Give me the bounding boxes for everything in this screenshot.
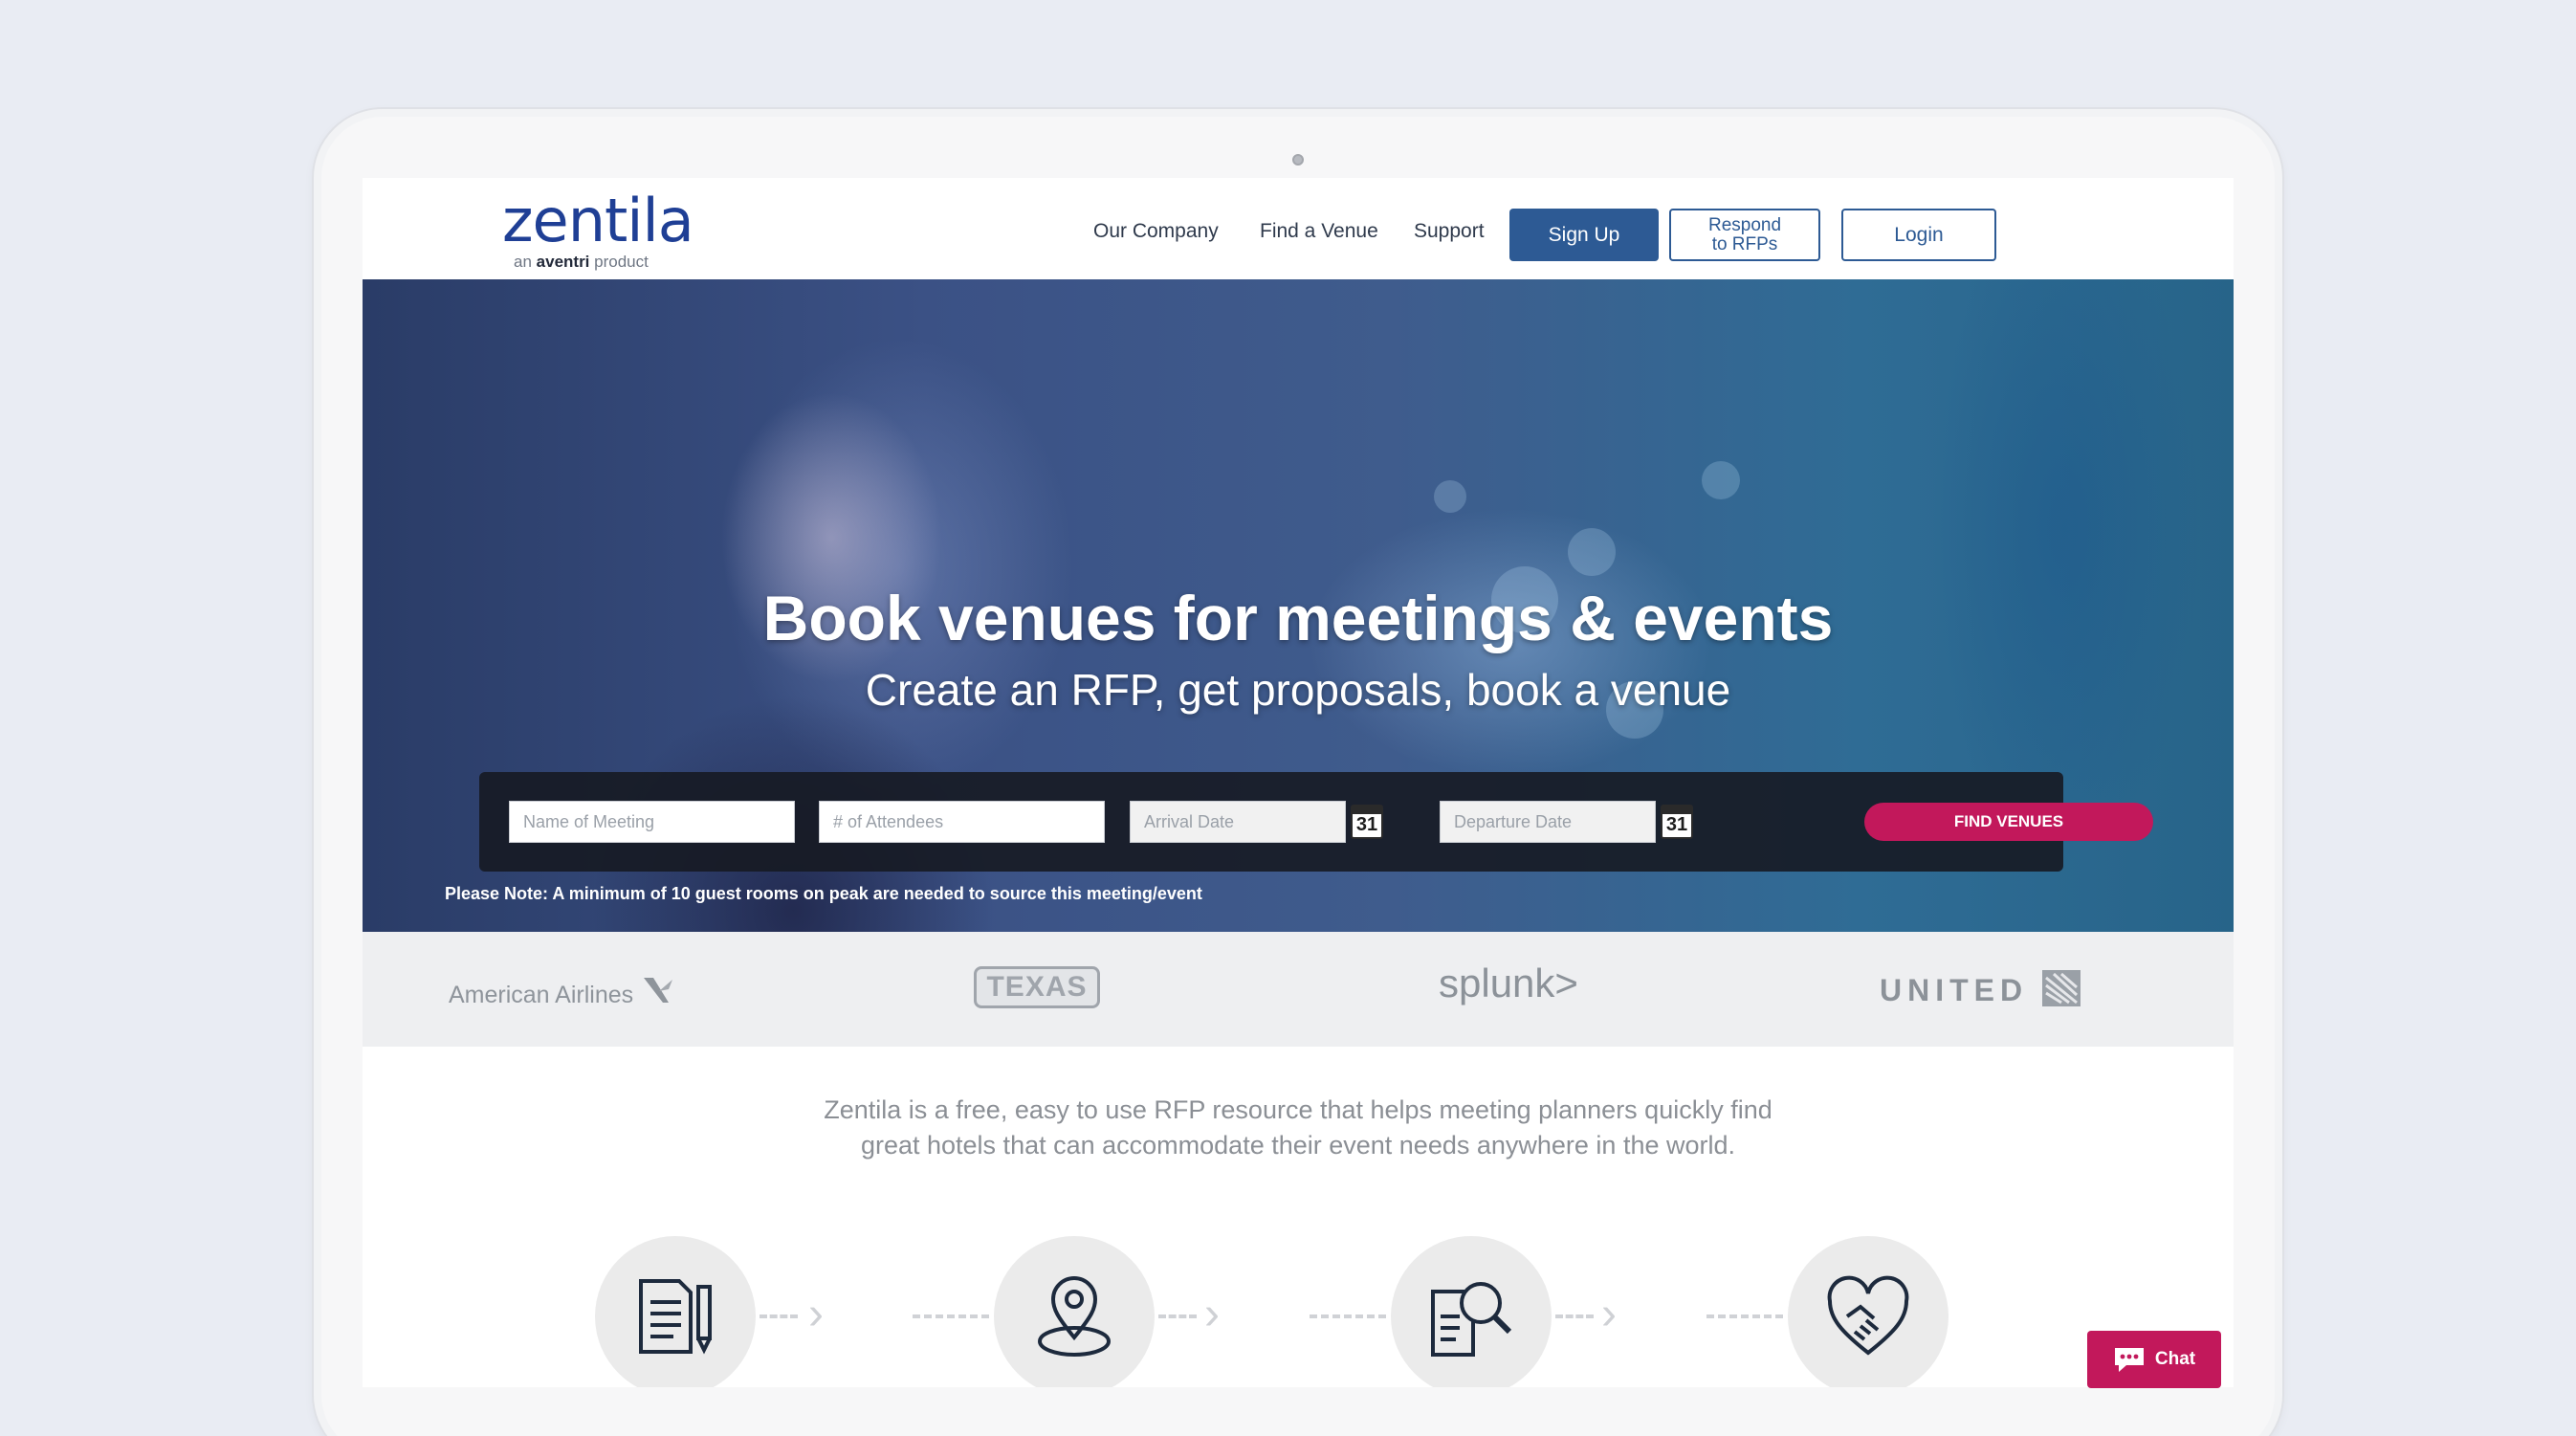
chat-label: Chat — [2154, 1349, 2196, 1369]
client-logos-strip: American Airlines TEXAS splunk> UNITED — [363, 932, 2234, 1047]
hero-banner: Book venues for meetings & events Create… — [363, 279, 2234, 932]
site-header: zentila an aventri product Our Company F… — [363, 178, 2234, 279]
document-pen-icon — [639, 1279, 712, 1355]
meeting-name-input[interactable] — [509, 801, 795, 843]
step-connector — [760, 1314, 798, 1318]
calendar-day: 31 — [1665, 814, 1688, 835]
website-screen: zentila an aventri product Our Company F… — [363, 178, 2234, 1387]
find-venues-button[interactable]: FIND VENUES — [1864, 803, 2153, 841]
chat-bubble-icon — [2114, 1348, 2144, 1372]
document-search-icon — [1431, 1282, 1512, 1357]
respond-line-2: to RFPs — [1711, 233, 1778, 254]
bokeh-light — [1702, 461, 1740, 499]
sign-up-button[interactable]: Sign Up — [1509, 209, 1659, 261]
respond-to-rfps-button[interactable]: Respond to RFPs — [1669, 209, 1820, 261]
intro-description: Zentila is a free, easy to use RFP resou… — [650, 1093, 1947, 1163]
departure-calendar-icon[interactable]: 31 — [1661, 805, 1693, 839]
respond-line-1: Respond — [1707, 214, 1782, 235]
venue-search-bar: 31 31 FIND VENUES — [479, 772, 2153, 872]
step-create-rfp — [595, 1236, 756, 1387]
american-airlines-logo: American Airlines — [449, 974, 674, 1009]
chat-button[interactable]: Chat — [2087, 1331, 2221, 1388]
step-book-venue — [1788, 1236, 1949, 1387]
hero-title: Book venues for meetings & events — [762, 583, 1834, 653]
splunk-logo: splunk> — [1439, 961, 1578, 1005]
step-connector — [1158, 1314, 1197, 1318]
handshake-heart-icon — [1827, 1275, 1909, 1356]
step-connector — [1310, 1314, 1386, 1318]
arrival-calendar-icon[interactable]: 31 — [1351, 805, 1383, 839]
hero-subtitle: Create an RFP, get proposals, book a ven… — [865, 665, 1731, 715]
arrival-date-input[interactable] — [1130, 801, 1346, 843]
logo-tagline: an aventri product — [514, 253, 649, 272]
login-button[interactable]: Login — [1841, 209, 1996, 261]
texas-badge: TEXAS — [974, 966, 1100, 1008]
nav-support[interactable]: Support — [1414, 220, 1485, 243]
step-connector — [1555, 1314, 1594, 1318]
united-wordmark: UNITED — [1880, 973, 2029, 1007]
webcam-dot — [1292, 154, 1304, 166]
nav-find-a-venue[interactable]: Find a Venue — [1260, 220, 1378, 243]
nav-our-company[interactable]: Our Company — [1093, 220, 1219, 243]
chevron-right-icon: › — [1204, 1289, 1220, 1339]
chevron-right-icon: › — [808, 1289, 824, 1339]
bokeh-light — [1568, 528, 1616, 576]
description-line-2: great hotels that can accommodate their … — [860, 1131, 1736, 1160]
step-review-proposals — [1391, 1236, 1552, 1387]
aa-eagle-icon — [644, 978, 673, 1003]
description-line-1: Zentila is a free, easy to use RFP resou… — [824, 1095, 1772, 1124]
united-logo: UNITED — [1880, 970, 2081, 1008]
tagline-brand: aventri — [536, 253, 590, 271]
step-connector — [913, 1314, 989, 1318]
location-pin-icon — [1038, 1276, 1111, 1357]
calendar-day: 31 — [1355, 814, 1378, 835]
texas-logo: TEXAS — [974, 953, 1100, 1022]
minimum-rooms-note: Please Note: A minimum of 10 guest rooms… — [445, 884, 1202, 903]
aa-wordmark: American Airlines — [449, 982, 634, 1008]
bokeh-light — [1434, 480, 1466, 513]
attendees-input[interactable] — [819, 801, 1105, 843]
united-globe-icon — [2042, 970, 2081, 1006]
tagline-prefix: an — [514, 253, 532, 271]
chevron-right-icon: › — [1601, 1289, 1617, 1339]
logo-wordmark: zentila — [502, 186, 694, 255]
step-find-venue — [994, 1236, 1155, 1387]
step-connector — [1706, 1314, 1783, 1318]
zentila-logo[interactable]: zentila an aventri product — [502, 186, 694, 272]
departure-date-input[interactable] — [1440, 801, 1656, 843]
tagline-suffix: product — [594, 253, 649, 271]
